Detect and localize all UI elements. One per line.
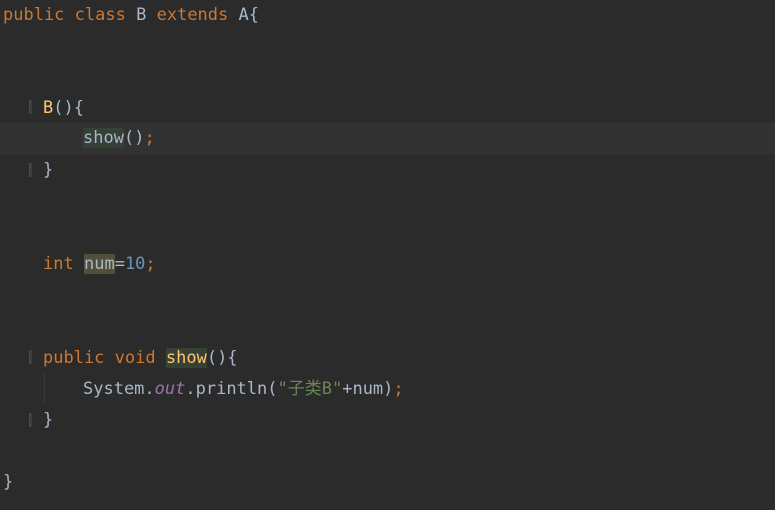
closing-brace: } [43, 410, 54, 430]
code-line-constructor[interactable]: B(){ [0, 93, 775, 124]
assign-operator: = [114, 254, 125, 274]
code-line-method-close[interactable]: } [0, 405, 775, 436]
semicolon: ; [145, 254, 156, 274]
method-parens: (){ [206, 348, 238, 368]
concat-expression: +num) [342, 379, 394, 399]
string-literal: "子类B" [277, 379, 343, 399]
keyword-int: int [43, 254, 74, 274]
code-editor[interactable]: public class B extends A{ B(){ show(); }… [0, 0, 775, 510]
number-literal: 10 [124, 254, 146, 274]
semicolon: ; [393, 379, 404, 399]
system-class: System. [83, 379, 155, 399]
method-call-show: show [83, 128, 124, 148]
println-call: .println( [185, 379, 278, 399]
closing-brace: } [3, 472, 14, 492]
keyword-void: void [114, 348, 156, 368]
constructor-name: B [43, 98, 54, 118]
static-field-out: out [154, 379, 186, 399]
parent-class: A{ [238, 5, 259, 25]
keyword-class: class [74, 5, 126, 25]
code-line-field[interactable]: int num=10; [0, 249, 775, 280]
class-name: B [136, 5, 147, 25]
closing-brace: } [43, 160, 54, 180]
keyword-public: public [3, 5, 65, 25]
code-line-constructor-close[interactable]: } [0, 155, 775, 186]
code-line-class-declaration[interactable]: public class B extends A{ [0, 0, 775, 31]
code-line-method-call[interactable]: show(); [0, 123, 775, 154]
code-line-print[interactable]: System.out.println("子类B"+num); [0, 374, 775, 405]
field-num: num [83, 254, 115, 274]
keyword-public: public [43, 348, 105, 368]
constructor-parens: (){ [53, 98, 84, 118]
code-line-method-declaration[interactable]: public void show(){ [0, 343, 775, 374]
code-line-class-close[interactable]: } [0, 467, 775, 498]
method-name-show: show [165, 348, 207, 368]
keyword-extends: extends [156, 5, 229, 25]
call-parens: () [123, 128, 145, 148]
semicolon: ; [144, 128, 155, 148]
